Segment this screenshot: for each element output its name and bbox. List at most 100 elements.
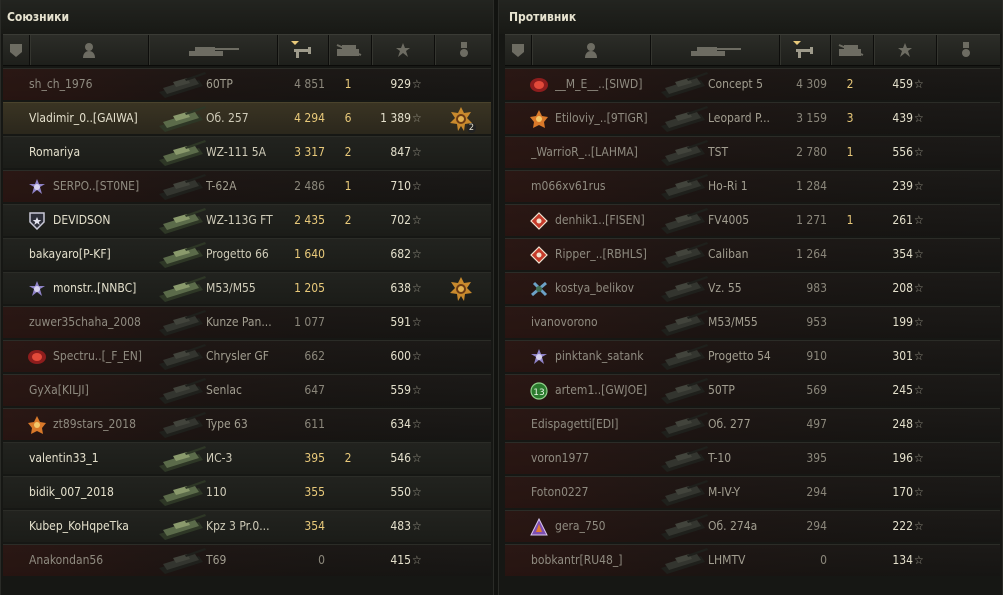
xp-column-header[interactable] xyxy=(372,35,435,65)
enemies-header xyxy=(505,34,1000,66)
enemies-player-row[interactable]: pinktank_satank Progetto 54 910 301 ☆ xyxy=(505,340,1000,372)
tank-image xyxy=(155,376,207,406)
squad-column-header[interactable] xyxy=(505,35,532,65)
player-name[interactable]: _WarrioR_..[LAHMA] xyxy=(531,137,655,168)
xp-value: 556 xyxy=(892,145,913,159)
tank-name: M53/M55 xyxy=(708,315,758,329)
player-name[interactable]: __M_E__..[SIWD] xyxy=(555,69,655,100)
allies-player-row[interactable]: GyXa[KILJI] Senlac 647 559 ☆ xyxy=(3,374,491,406)
player-name[interactable]: Anakondan56 xyxy=(29,545,153,576)
player-name[interactable]: zuwer35chaha_2008 xyxy=(29,307,153,338)
xp-value: 208 xyxy=(892,281,913,295)
player-name[interactable]: zt89stars_2018 xyxy=(53,409,153,440)
player-name[interactable]: Romariya xyxy=(29,137,153,168)
tank-image xyxy=(155,70,207,100)
achievement-medal-icon[interactable] xyxy=(448,276,474,302)
allies-player-row[interactable]: DEVIDSON WZ-113G FT 2 435 2 702 ☆ xyxy=(3,204,491,236)
player-name[interactable]: Kubep_KoHqpeTka xyxy=(29,511,153,542)
player-name[interactable]: sh_ch_1976 xyxy=(29,69,153,100)
allies-player-row[interactable]: bidik_007_2018 110 355 550 ☆ xyxy=(3,476,491,508)
player-name[interactable]: valentin33_1 xyxy=(29,443,153,474)
medal-column-header[interactable] xyxy=(937,35,995,65)
xp-value: 682 xyxy=(390,247,411,261)
allies-player-row[interactable]: sh_ch_1976 60TP 4 851 1 929 ☆ xyxy=(3,68,491,100)
tank-image xyxy=(155,444,207,474)
damage-value: 4 294 xyxy=(294,111,325,125)
xp-column-header[interactable] xyxy=(874,35,937,65)
squad-column-header[interactable] xyxy=(3,35,30,65)
player-name[interactable]: SERPO..[ST0NE] xyxy=(53,171,153,202)
player-name[interactable]: GyXa[KILJI] xyxy=(29,375,153,406)
player-name[interactable]: Etiloviy_..[9TIGR] xyxy=(555,103,655,134)
tank-name: Kunze Pan... xyxy=(206,315,272,329)
enemies-player-row[interactable]: gera_750 Об. 274a 294 222 ☆ xyxy=(505,510,1000,542)
damage-value: 354 xyxy=(304,519,325,533)
player-name[interactable]: DEVIDSON xyxy=(53,205,153,236)
enemies-player-row[interactable]: Etiloviy_..[9TIGR] Leopard P... 3 159 3 439 ☆ xyxy=(505,102,1000,134)
allies-player-row[interactable]: zuwer35chaha_2008 Kunze Pan... 1 077 591 ☆ xyxy=(3,306,491,338)
player-name[interactable]: Ripper_..[RBHLS] xyxy=(555,239,655,270)
enemies-player-row[interactable]: Ripper_..[RBHLS] Caliban 1 264 354 ☆ xyxy=(505,238,1000,270)
player-name[interactable]: Spectru..[_F_EN] xyxy=(53,341,153,372)
enemies-player-row[interactable]: ivanovorono M53/M55 953 199 ☆ xyxy=(505,306,1000,338)
player-name[interactable]: m066xv61rus xyxy=(531,171,655,202)
player-name[interactable]: Edispagetti[EDI] xyxy=(531,409,655,440)
enemies-player-row[interactable]: m066xv61rus Ho-Ri 1 1 284 239 ☆ xyxy=(505,170,1000,202)
allies-player-row[interactable]: monstr..[NNBC] M53/M55 1 205 638 ☆ xyxy=(3,272,491,304)
player-name[interactable]: denhik1..[FISEN] xyxy=(555,205,655,236)
enemies-player-row[interactable]: __M_E__..[SIWD] Concept 5 4 309 2 459 ☆ xyxy=(505,68,1000,100)
enemies-player-row[interactable]: Foton0227 M-IV-Y 294 170 ☆ xyxy=(505,476,1000,508)
enemies-player-row[interactable]: 13 artem1..[GWJOE] 50TP 569 245 ☆ xyxy=(505,374,1000,406)
damage-value: 3 159 xyxy=(796,111,827,125)
player-name[interactable]: kostya_belikov xyxy=(555,273,655,304)
allies-player-row[interactable]: SERPO..[ST0NE] T-62A 2 486 1 710 ☆ xyxy=(3,170,491,202)
tank-image xyxy=(657,342,709,372)
enemies-player-row[interactable]: voron1977 T-10 395 196 ☆ xyxy=(505,442,1000,474)
achievement-medal-icon[interactable]: 2 xyxy=(448,106,476,133)
damage-value: 647 xyxy=(304,383,325,397)
enemies-player-row[interactable]: _WarrioR_..[LAHMA] TST 2 780 1 556 ☆ xyxy=(505,136,1000,168)
damage-column-header[interactable] xyxy=(780,35,831,65)
player-name[interactable]: Foton0227 xyxy=(531,477,655,508)
player-name[interactable]: pinktank_satank xyxy=(555,341,655,372)
tank-image-svg xyxy=(661,310,708,336)
tank-image-svg xyxy=(159,310,206,336)
damage-column-header[interactable] xyxy=(278,35,329,65)
kills-column-header[interactable] xyxy=(329,35,372,65)
player-column-header[interactable] xyxy=(30,35,149,65)
allies-player-row[interactable]: bakayaro[P-KF] Progetto 66 1 640 682 ☆ xyxy=(3,238,491,270)
allies-player-row[interactable]: Anakondan56 T69 0 415 ☆ xyxy=(3,544,491,576)
player-column-header[interactable] xyxy=(532,35,651,65)
player-name[interactable]: monstr..[NNBC] xyxy=(53,273,153,304)
xp-star-icon: ☆ xyxy=(914,315,924,329)
player-name[interactable]: Vladimir_0..[GAIWA] xyxy=(29,103,153,134)
player-name[interactable]: voron1977 xyxy=(531,443,655,474)
allies-player-row[interactable]: Kubep_KoHqpeTka Kpz 3 Pr.0... 354 483 ☆ xyxy=(3,510,491,542)
xp-value: 439 xyxy=(892,111,913,125)
kills-value: 2 xyxy=(344,451,352,465)
player-name[interactable]: bidik_007_2018 xyxy=(29,477,153,508)
medal-column-header[interactable] xyxy=(435,35,493,65)
allies-title: Союзники xyxy=(1,0,493,34)
xp-value: 248 xyxy=(892,417,913,431)
enemies-player-row[interactable]: Edispagetti[EDI] Об. 277 497 248 ☆ xyxy=(505,408,1000,440)
player-name[interactable]: ivanovorono xyxy=(531,307,655,338)
enemies-player-row[interactable]: denhik1..[FISEN] FV4005 1 271 1 261 ☆ xyxy=(505,204,1000,236)
enemies-player-row[interactable]: bobkantr[RU48_] LHMTV 0 134 ☆ xyxy=(505,544,1000,576)
player-name[interactable]: bobkantr[RU48_] xyxy=(531,545,655,576)
allies-player-row[interactable]: Vladimir_0..[GAIWA] Об. 257 4 294 6 1 389 ☆ 2 xyxy=(3,102,491,134)
tank-name: T-62A xyxy=(206,179,237,193)
tank-image-svg xyxy=(661,412,708,438)
kills-column-header[interactable] xyxy=(831,35,874,65)
player-name[interactable]: bakayaro[P-KF] xyxy=(29,239,153,270)
allies-player-row[interactable]: valentin33_1 ИС-3 395 2 546 ☆ xyxy=(3,442,491,474)
player-name[interactable]: artem1..[GWJOE] xyxy=(555,375,655,406)
allies-player-row[interactable]: Romariya WZ-111 5A 3 317 2 847 ☆ xyxy=(3,136,491,168)
tank-column-header[interactable] xyxy=(651,35,780,65)
allies-player-row[interactable]: Spectru..[_F_EN] Chrysler GF 662 600 ☆ xyxy=(3,340,491,372)
player-name[interactable]: gera_750 xyxy=(555,511,655,542)
kills-value xyxy=(842,239,858,270)
enemies-player-row[interactable]: kostya_belikov Vz. 55 983 208 ☆ xyxy=(505,272,1000,304)
tank-column-header[interactable] xyxy=(149,35,278,65)
allies-player-row[interactable]: zt89stars_2018 Type 63 611 634 ☆ xyxy=(3,408,491,440)
